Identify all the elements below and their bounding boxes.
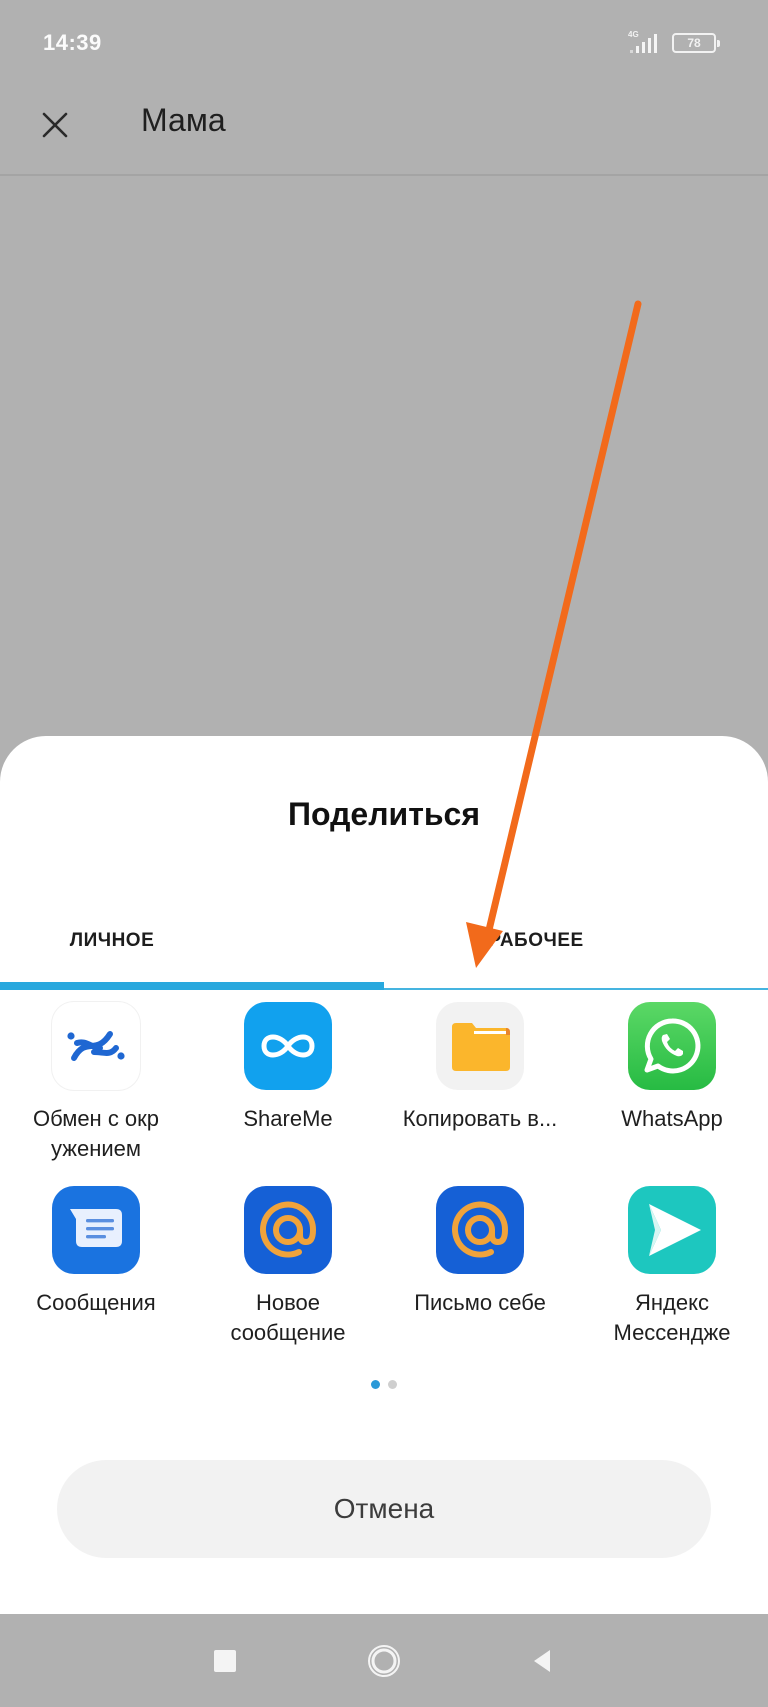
nearby-share-icon <box>52 1002 140 1090</box>
app-shareme[interactable]: ShareMe <box>192 996 384 1174</box>
share-sheet-title: Поделиться <box>287 796 481 832</box>
app-label: Письмо себе <box>414 1290 546 1315</box>
whatsapp-icon <box>628 1002 716 1090</box>
app-label: Обмен с окр ужением <box>32 1106 160 1161</box>
apps-grid: Обмен с окр ужением ShareMe Копировать в… <box>0 996 768 1358</box>
close-icon <box>42 112 68 138</box>
close-button[interactable] <box>30 100 80 150</box>
navigation-bar <box>0 1614 768 1707</box>
app-label: WhatsApp <box>621 1106 723 1131</box>
app-label: Новое сообщение <box>230 1290 346 1345</box>
back-icon <box>534 1649 550 1672</box>
recents-button[interactable] <box>185 1614 265 1707</box>
status-icons: 4G 78 <box>626 30 720 56</box>
share-sheet: Поделиться ЛИЧНОЕ РАБОЧЕЕ Обмен с окр уж… <box>0 736 768 1614</box>
page-dot-active[interactable] <box>371 1380 380 1389</box>
app-letter-to-self[interactable]: Письмо себе <box>384 1180 576 1358</box>
recents-icon <box>214 1649 236 1672</box>
back-button[interactable] <box>502 1614 582 1707</box>
battery-level: 78 <box>687 36 701 50</box>
status-time: 14:39 <box>43 30 102 55</box>
app-header: Мама <box>0 80 768 176</box>
battery-icon: 78 <box>672 33 720 53</box>
mail-at-icon <box>436 1186 524 1274</box>
yandex-messenger-icon <box>628 1186 716 1274</box>
tab-bar: ЛИЧНОЕ РАБОЧЕЕ <box>0 896 768 988</box>
app-label: ShareMe <box>243 1106 333 1131</box>
header-title: Мама <box>141 102 226 138</box>
app-yandex-messenger[interactable]: Яндекс Мессендже <box>576 1180 768 1358</box>
app-label: Яндекс Мессендже <box>613 1290 731 1345</box>
messages-icon <box>52 1186 140 1274</box>
signal-icon: 4G <box>626 30 666 56</box>
tab-active-indicator <box>0 982 384 990</box>
home-button[interactable] <box>344 1614 424 1707</box>
app-copy-to[interactable]: Копировать в... <box>384 996 576 1174</box>
tab-personal[interactable]: ЛИЧНОЕ <box>0 896 384 986</box>
app-nearby-share[interactable]: Обмен с окр ужением <box>0 996 192 1174</box>
home-icon <box>368 1644 400 1677</box>
folder-icon <box>436 1002 524 1090</box>
cancel-button[interactable]: Отмена <box>57 1460 711 1558</box>
app-messages[interactable]: Сообщения <box>0 1180 192 1358</box>
page-indicator <box>0 1380 768 1389</box>
app-label: Сообщения <box>36 1290 156 1315</box>
app-label: Копировать в... <box>402 1106 558 1131</box>
network-type: 4G <box>628 30 639 39</box>
app-whatsapp[interactable]: WhatsApp <box>576 996 768 1174</box>
app-new-message[interactable]: Новое сообщение <box>192 1180 384 1358</box>
page-dot[interactable] <box>388 1380 397 1389</box>
status-bar: 14:39 4G 78 <box>0 0 768 80</box>
shareme-icon <box>244 1002 332 1090</box>
tab-work[interactable]: РАБОЧЕЕ <box>384 896 768 986</box>
mail-at-icon <box>244 1186 332 1274</box>
